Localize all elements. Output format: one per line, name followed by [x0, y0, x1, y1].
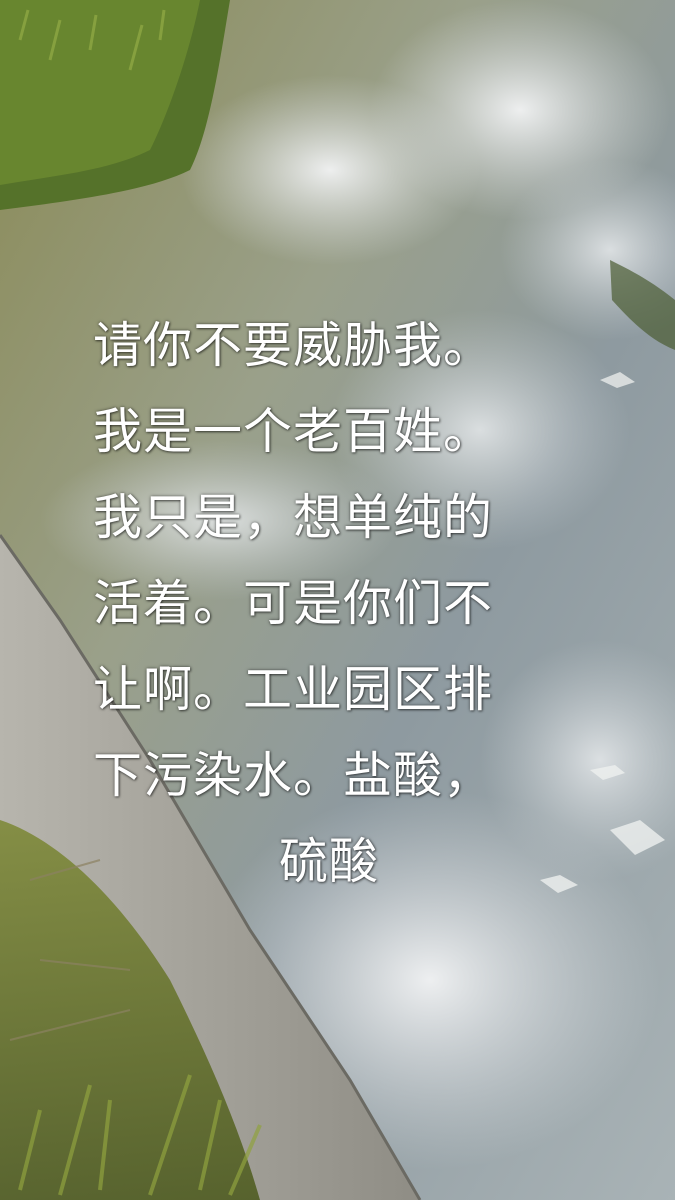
caption-line: 下污染水。盐酸， — [93, 747, 494, 804]
caption-line: 活着。可是你们不 — [93, 575, 494, 632]
caption-line: 请你不要威胁我。 — [93, 317, 494, 374]
caption-line: 我只是，想单纯的 — [93, 489, 494, 546]
photo-scene: 请你不要威胁我。 我是一个老百姓。 我只是，想单纯的 活着。可是你们不 让啊。工… — [0, 0, 675, 1200]
caption-line: 硫酸 — [279, 833, 380, 890]
caption-line: 让啊。工业园区排 — [93, 661, 494, 718]
caption-text-block: 请你不要威胁我。 我是一个老百姓。 我只是，想单纯的 活着。可是你们不 让啊。工… — [93, 303, 593, 905]
caption-line: 我是一个老百姓。 — [93, 403, 494, 460]
